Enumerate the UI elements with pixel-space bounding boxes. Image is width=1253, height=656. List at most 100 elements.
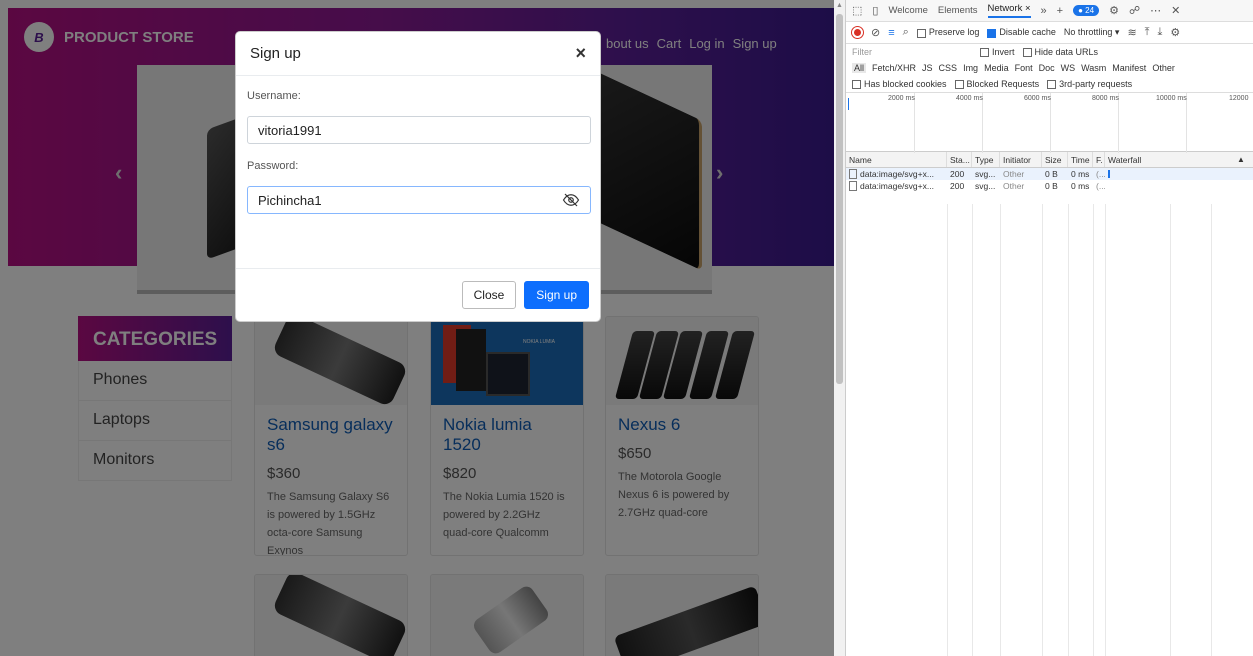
invert-label: Invert: [992, 46, 1015, 57]
page-scrollbar[interactable]: ▲: [834, 0, 845, 656]
close-button[interactable]: Close: [461, 281, 517, 309]
username-field[interactable]: vitoria1991: [247, 116, 591, 144]
network-grid: [846, 204, 1253, 656]
search-icon[interactable]: ⌕: [903, 26, 909, 39]
third-party-label: 3rd-party requests: [1059, 78, 1133, 89]
blocked-requests-checkbox[interactable]: Blocked Requests: [954, 78, 1040, 90]
type-filter-wasm[interactable]: Wasm: [1081, 63, 1106, 73]
sign-up-button[interactable]: Sign up: [524, 281, 589, 309]
throttling-label: No throttling: [1063, 27, 1113, 37]
throttling-select[interactable]: No throttling ▾: [1064, 27, 1120, 38]
password-value: Pichincha1: [258, 192, 322, 208]
type-filter-ws[interactable]: WS: [1061, 63, 1076, 73]
sort-icon[interactable]: ▲: [1237, 155, 1245, 164]
devtools-panel: ⬚ ▯ Welcome Elements Network × » + ● 24 …: [845, 0, 1253, 656]
timeline-tick: 12000: [1229, 95, 1249, 102]
signup-modal: Sign up × Username: vitoria1991 Password…: [235, 31, 601, 322]
type-filter-manifest[interactable]: Manifest: [1112, 63, 1146, 73]
devtools-tabbar: ⬚ ▯ Welcome Elements Network × » + ● 24 …: [846, 0, 1253, 22]
col-type[interactable]: Type: [972, 152, 1000, 167]
col-size[interactable]: Size: [1042, 152, 1068, 167]
timeline-tick: 6000 ms: [1024, 95, 1051, 102]
col-waterfall[interactable]: Waterfall: [1105, 152, 1237, 167]
type-filter-media[interactable]: Media: [984, 63, 1009, 73]
disable-cache-label: Disable cache: [999, 27, 1056, 38]
row-name: data:image/svg+x...: [846, 168, 947, 180]
tab-network-label: Network: [987, 3, 1023, 14]
device-toolbar-icon[interactable]: ▯: [872, 4, 878, 17]
record-icon[interactable]: [852, 27, 863, 38]
row-size: 0 B: [1045, 181, 1058, 191]
issues-count: 24: [1085, 6, 1095, 15]
table-row[interactable]: data:image/svg+x... 200 svg... Other 0 B…: [846, 168, 1253, 180]
issues-badge[interactable]: ● 24: [1073, 5, 1100, 16]
type-filter-all[interactable]: All: [852, 63, 867, 73]
type-filter-css[interactable]: CSS: [939, 63, 958, 73]
add-tab-icon[interactable]: +: [1057, 5, 1063, 17]
col-f[interactable]: F.: [1093, 152, 1105, 167]
row-waterfall: [1105, 168, 1237, 180]
connection-icon[interactable]: ☍: [1129, 4, 1140, 17]
more-tabs-icon[interactable]: »: [1041, 5, 1047, 17]
invert-checkbox[interactable]: Invert: [980, 46, 1015, 58]
table-row[interactable]: data:image/svg+x... 200 svg... Other 0 B…: [846, 180, 1253, 192]
inspect-icon[interactable]: ⬚: [852, 4, 862, 17]
type-filter-doc[interactable]: Doc: [1039, 63, 1055, 73]
timeline-tick: 8000 ms: [1092, 95, 1119, 102]
blocked-cookies-checkbox[interactable]: Has blocked cookies: [852, 78, 947, 90]
preserve-log-label: Preserve log: [928, 27, 980, 38]
scrollbar-thumb[interactable]: [836, 14, 843, 384]
blocked-filter-row: Has blocked cookies Blocked Requests 3rd…: [846, 76, 1253, 92]
blocked-requests-label: Blocked Requests: [966, 78, 1040, 89]
type-filter-js[interactable]: JS: [922, 63, 933, 73]
type-filter-fetch-xhr[interactable]: Fetch/XHR: [872, 63, 916, 73]
clear-icon[interactable]: ⊘: [871, 26, 880, 39]
row-f: (...: [1096, 181, 1105, 191]
network-timeline[interactable]: 2000 ms 4000 ms 6000 ms 8000 ms 10000 ms…: [846, 92, 1253, 153]
close-tab-icon[interactable]: ×: [1025, 3, 1031, 14]
filter-icon[interactable]: ≡: [888, 27, 894, 39]
download-icon[interactable]: ⤓: [1158, 26, 1163, 39]
type-filter-other[interactable]: Other: [1152, 63, 1175, 73]
col-initiator[interactable]: Initiator: [1000, 152, 1042, 167]
row-initiator: Other: [1003, 169, 1025, 179]
upload-icon[interactable]: ⤒: [1145, 26, 1150, 39]
modal-header: Sign up ×: [236, 32, 600, 76]
third-party-checkbox[interactable]: 3rd-party requests: [1047, 78, 1133, 90]
timeline-tick: 2000 ms: [888, 95, 915, 102]
disable-cache-checkbox[interactable]: Disable cache: [987, 27, 1056, 38]
row-name: data:image/svg+x...: [846, 180, 947, 192]
hide-data-urls-label: Hide data URLs: [1034, 46, 1099, 57]
filter-input[interactable]: Filter: [852, 47, 972, 57]
col-time[interactable]: Time: [1068, 152, 1093, 167]
more-options-icon[interactable]: ⋯: [1150, 4, 1161, 17]
close-icon[interactable]: ×: [575, 43, 586, 64]
username-label: Username:: [247, 90, 301, 102]
file-icon: [849, 181, 857, 191]
timeline-tick: 10000 ms: [1156, 95, 1187, 102]
type-filter-img[interactable]: Img: [963, 63, 978, 73]
settings-icon[interactable]: ⚙: [1109, 4, 1119, 17]
modal-footer: Close Sign up: [236, 268, 600, 321]
file-icon: [849, 169, 857, 179]
close-devtools-icon[interactable]: ✕: [1171, 4, 1180, 17]
row-name-text: data:image/svg+x...: [860, 169, 934, 179]
network-settings-icon[interactable]: ⚙: [1170, 26, 1180, 39]
preserve-log-checkbox[interactable]: Preserve log: [916, 27, 980, 38]
type-filter-font[interactable]: Font: [1015, 63, 1033, 73]
eye-slash-icon[interactable]: [562, 191, 580, 209]
tab-welcome[interactable]: Welcome: [888, 5, 927, 16]
scroll-up-icon[interactable]: ▲: [836, 2, 843, 9]
tab-network[interactable]: Network ×: [987, 3, 1031, 18]
blocked-cookies-label: Has blocked cookies: [864, 78, 947, 89]
col-status[interactable]: Sta...: [947, 152, 972, 167]
hide-data-urls-checkbox[interactable]: Hide data URLs: [1022, 46, 1099, 58]
tab-elements[interactable]: Elements: [938, 5, 978, 16]
row-f: (...: [1096, 169, 1105, 179]
row-size: 0 B: [1045, 169, 1058, 179]
network-toolbar: ⊘ ≡ ⌕ Preserve log Disable cache No thro…: [846, 22, 1253, 44]
row-time: 0 ms: [1071, 169, 1090, 179]
wifi-icon[interactable]: ≋: [1127, 26, 1136, 39]
col-name[interactable]: Name: [846, 152, 947, 167]
password-field[interactable]: Pichincha1: [247, 186, 591, 214]
